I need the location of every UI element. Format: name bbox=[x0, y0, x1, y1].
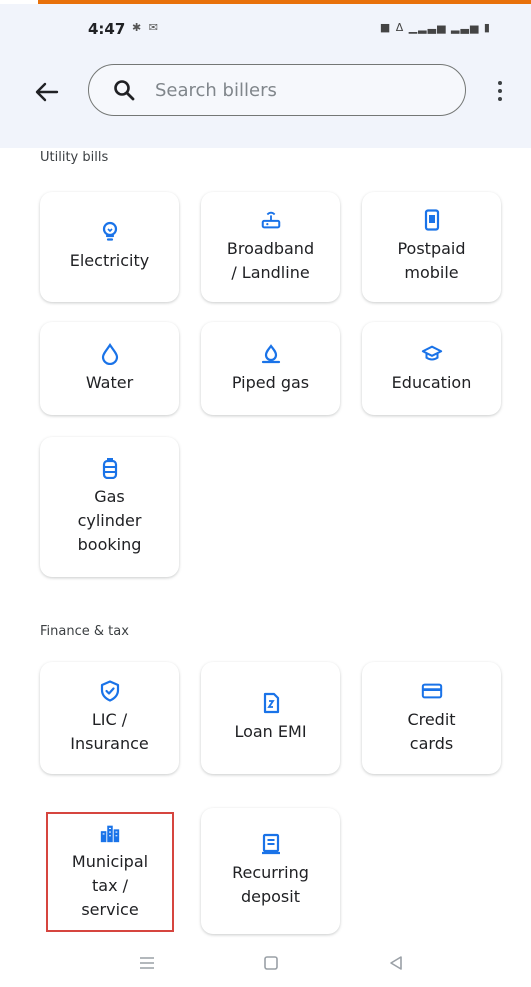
gas-flame-icon bbox=[260, 343, 282, 365]
recent-apps-icon bbox=[140, 957, 154, 969]
more-options-button[interactable] bbox=[488, 74, 512, 108]
tile-label: Broadband / Landline bbox=[226, 239, 315, 282]
back-triangle-icon bbox=[390, 956, 402, 970]
tile-label: Gas cylinder booking bbox=[77, 487, 142, 554]
tile-label: Electricity bbox=[69, 251, 150, 270]
home-button[interactable] bbox=[258, 950, 284, 976]
search-input[interactable] bbox=[153, 78, 407, 102]
tile-label: Water bbox=[85, 372, 134, 392]
tile-label: Credit cards bbox=[407, 710, 456, 753]
status-bar: 4:47 ✱ ✉ ■ Δ ▁▂▃▅ ▂▃▅ ▮ bbox=[0, 20, 531, 46]
tile-education[interactable]: Education bbox=[362, 322, 501, 415]
section-title-finance-tax: Finance & tax bbox=[40, 624, 129, 639]
notification-icons: ✱ ✉ bbox=[132, 21, 160, 34]
system-status-icons: ■ Δ ▁▂▃▅ ▂▃▅ ▮ bbox=[379, 21, 491, 34]
system-nav-bar bbox=[0, 942, 531, 987]
back-button[interactable] bbox=[30, 78, 64, 106]
tile-label: LIC / Insurance bbox=[70, 710, 149, 753]
home-icon bbox=[264, 956, 278, 970]
tile-label: Recurring deposit bbox=[232, 863, 309, 906]
section-title-utility-bills: Utility bills bbox=[40, 150, 109, 165]
tile-loan-emi[interactable]: Loan EMI bbox=[201, 662, 340, 774]
search-box[interactable] bbox=[88, 64, 466, 116]
tile-lic-insurance[interactable]: LIC / Insurance bbox=[40, 662, 179, 774]
tile-water[interactable]: Water bbox=[40, 322, 179, 415]
shield-check-icon bbox=[99, 680, 121, 702]
more-vert-icon bbox=[498, 81, 502, 85]
tile-gas-cylinder-booking[interactable]: Gas cylinder booking bbox=[40, 437, 179, 577]
tile-label: Piped gas bbox=[231, 372, 310, 392]
receipt-icon bbox=[260, 833, 282, 855]
tile-municipal-tax-service[interactable]: Municipal tax / service bbox=[46, 812, 174, 932]
city-buildings-icon bbox=[99, 822, 121, 844]
loan-document-icon bbox=[260, 692, 282, 714]
tile-electricity[interactable]: Electricity bbox=[40, 192, 179, 302]
tile-label: Postpaid mobile bbox=[397, 239, 466, 282]
tile-label: Municipal tax / service bbox=[71, 852, 149, 919]
graduation-cap-icon bbox=[421, 343, 443, 365]
router-icon bbox=[260, 209, 282, 231]
water-drop-icon bbox=[99, 342, 121, 365]
nav-back-button[interactable] bbox=[383, 950, 409, 976]
status-time: 4:47 bbox=[88, 20, 126, 38]
tile-credit-cards[interactable]: Credit cards bbox=[362, 662, 501, 774]
tile-postpaid-mobile[interactable]: Postpaid mobile bbox=[362, 192, 501, 302]
tile-broadband-landline[interactable]: Broadband / Landline bbox=[201, 192, 340, 302]
recent-apps-button[interactable] bbox=[134, 950, 160, 976]
tile-label: Education bbox=[391, 372, 472, 392]
search-icon bbox=[113, 79, 135, 101]
gas-cylinder-icon bbox=[99, 457, 121, 479]
credit-card-icon bbox=[421, 680, 443, 702]
arrow-left-icon bbox=[35, 82, 59, 102]
mobile-bill-icon bbox=[421, 209, 443, 231]
tile-piped-gas[interactable]: Piped gas bbox=[201, 322, 340, 415]
lightbulb-icon bbox=[99, 221, 121, 243]
tile-recurring-deposit[interactable]: Recurring deposit bbox=[201, 808, 340, 934]
tile-label: Loan EMI bbox=[234, 722, 307, 741]
